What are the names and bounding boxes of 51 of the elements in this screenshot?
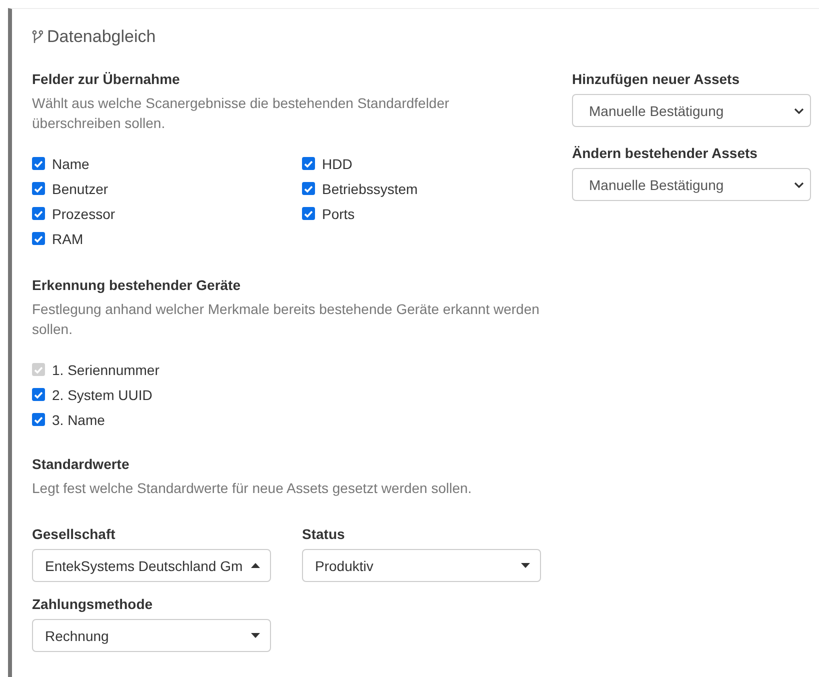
section-description: Festlegung anhand welcher Merkmale bereits bestehende Geräte erkannt werden sollen. bbox=[32, 300, 540, 339]
section-description: Legt fest welche Standardwerte für neue Assets gesetzt werden sollen. bbox=[32, 479, 473, 498]
checkbox-row[interactable]: RAM bbox=[32, 226, 302, 251]
checkbox-label: Prozessor bbox=[52, 206, 116, 222]
checkbox-row[interactable]: 3. Name bbox=[32, 407, 540, 432]
checkbox-row[interactable]: Ports bbox=[302, 201, 540, 226]
checkbox-row[interactable]: Benutzer bbox=[32, 176, 302, 201]
checkbox-label: HDD bbox=[322, 156, 352, 172]
checkbox[interactable] bbox=[32, 207, 45, 220]
section-heading: Standardwerte bbox=[32, 456, 130, 472]
checkbox-row[interactable]: 2. System UUID bbox=[32, 382, 540, 407]
checkbox-label: Name bbox=[52, 156, 90, 172]
select-field[interactable]: EntekSystems Deutschland Gm bbox=[32, 549, 271, 582]
select-field[interactable]: Manuelle Bestätigung bbox=[572, 168, 811, 201]
checkbox[interactable] bbox=[32, 413, 45, 426]
checkbox[interactable] bbox=[32, 182, 45, 195]
select-field[interactable]: Rechnung bbox=[32, 619, 271, 652]
checkbox-label: Ports bbox=[322, 206, 355, 222]
checkbox[interactable] bbox=[32, 388, 45, 401]
field-label: Hinzufügen neuer Assets bbox=[572, 71, 741, 87]
checkbox-label: Betriebssystem bbox=[322, 180, 418, 196]
checkbox[interactable] bbox=[32, 157, 45, 170]
section-heading: Felder zur Übernahme bbox=[32, 71, 181, 87]
field-label: Status bbox=[302, 526, 346, 542]
chevron-icon bbox=[794, 108, 804, 114]
checkbox[interactable] bbox=[32, 232, 45, 245]
caret-icon bbox=[251, 563, 260, 568]
checkbox[interactable] bbox=[302, 207, 315, 220]
checkbox-label: Benutzer bbox=[52, 180, 108, 196]
checkbox-row[interactable]: Name bbox=[32, 151, 302, 176]
chevron-icon bbox=[794, 182, 804, 188]
checkbox-row[interactable]: HDD bbox=[302, 151, 540, 176]
checkbox-label: RAM bbox=[52, 230, 84, 246]
checkbox-row[interactable]: Prozessor bbox=[32, 201, 302, 226]
field-label: Ändern bestehender Assets bbox=[572, 145, 758, 161]
select-field[interactable]: Produktiv bbox=[302, 549, 541, 582]
caret-icon bbox=[251, 633, 260, 638]
checkbox-row[interactable]: Betriebssystem bbox=[302, 176, 540, 201]
checkbox[interactable] bbox=[302, 182, 315, 195]
field-label: Gesellschaft bbox=[32, 526, 116, 542]
select-field[interactable]: Manuelle Bestätigung bbox=[572, 94, 811, 127]
branch-icon bbox=[32, 30, 43, 44]
caret-icon bbox=[521, 563, 530, 568]
panel-title: Datenabgleich bbox=[47, 27, 156, 47]
section-heading: Erkennung bestehender Geräte bbox=[32, 277, 242, 293]
checkbox-label: 1. Seriennummer bbox=[52, 362, 160, 378]
section-description: Wählt aus welche Scanergebnisse die bestehenden Standardfelder überschreiben sollen. bbox=[32, 94, 450, 133]
checkbox-label: 2. System UUID bbox=[52, 386, 152, 402]
checkbox[interactable] bbox=[302, 157, 315, 170]
field-label: Zahlungsmethode bbox=[32, 596, 154, 612]
checkbox-label: 3. Name bbox=[52, 412, 105, 428]
